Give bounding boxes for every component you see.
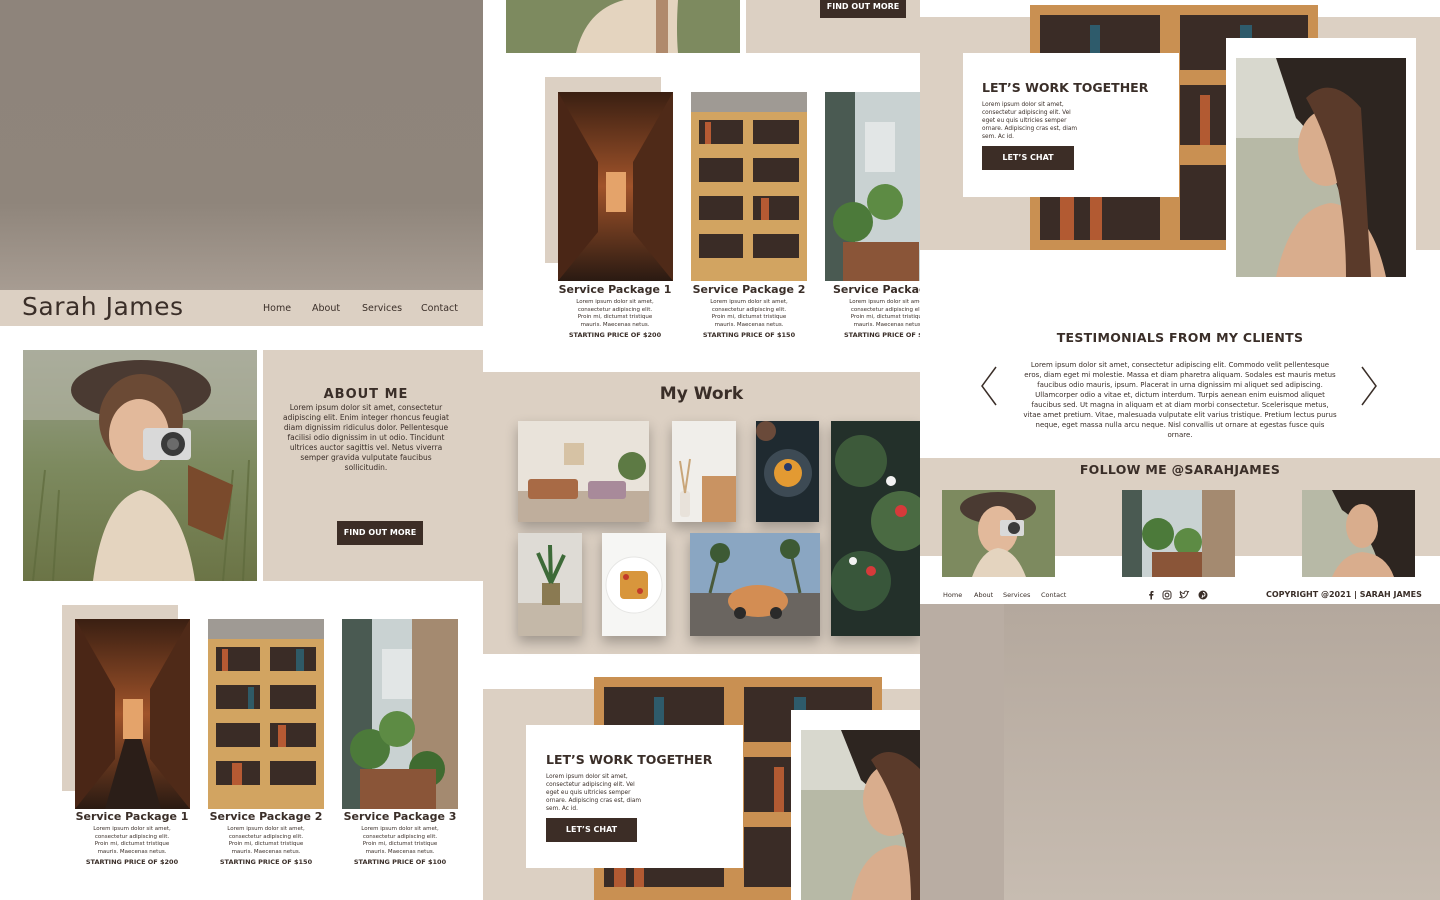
package-3-price-2: STARTING PRICE OF $100	[844, 331, 920, 339]
nav-services[interactable]: Services	[362, 303, 402, 314]
work-photo-waffle[interactable]	[602, 533, 666, 636]
lets-chat-button-bottom[interactable]: LET’S CHAT	[546, 818, 637, 842]
package-2-title-2: Service Package 2	[692, 283, 806, 296]
instagram-icon[interactable]	[1162, 590, 1172, 600]
footer-home[interactable]: Home	[943, 591, 962, 599]
package-1-title-2: Service Package 1	[558, 283, 672, 296]
panel-services-work: FIND OUT MORE Service Package 1 Lorem ip…	[483, 0, 920, 900]
follow-photo-3[interactable]	[1302, 490, 1415, 577]
package-1-price: STARTING PRICE OF $200	[85, 858, 179, 866]
package-3-title-2: Service Packag	[833, 283, 920, 296]
work-photo-vase[interactable]	[672, 421, 736, 522]
copyright-text: COPYRIGHT @2021 | SARAH JAMES	[1266, 590, 1422, 599]
package-2-photo[interactable]	[208, 619, 324, 809]
work-photo-plant[interactable]	[518, 533, 582, 636]
work-together-text-bottom: Lorem ipsum dolor sit amet, consectetur …	[546, 774, 642, 812]
work-photo-living-room[interactable]	[518, 421, 649, 522]
work-together-text-top: Lorem ipsum dolor sit amet, consectetur …	[982, 102, 1078, 140]
panel-testimonials: LET’S WORK TOGETHER Lorem ipsum dolor si…	[920, 0, 1440, 604]
footer-about[interactable]: About	[974, 591, 993, 599]
work-photo-pancakes[interactable]	[756, 421, 819, 522]
follow-photo-2[interactable]	[1122, 490, 1235, 577]
brand-logo[interactable]: Sarah James	[22, 292, 184, 321]
package-1-photo[interactable]	[75, 619, 190, 809]
arrow-right-icon[interactable]	[1356, 365, 1380, 407]
background-bottom-right	[1004, 604, 1440, 900]
package-2-photo-2[interactable]	[691, 92, 807, 281]
site-header: Sarah James Home About Services Contact	[0, 290, 483, 326]
portrait-frame-top	[1226, 38, 1416, 288]
find-out-more-button[interactable]: FIND OUT MORE	[337, 521, 423, 545]
package-1-desc: Lorem ipsum dolor sit amet, consectetur …	[93, 826, 171, 855]
portrait-frame-bottom	[791, 710, 920, 900]
find-out-more-button-2[interactable]: FIND OUT MORE	[820, 0, 906, 18]
follow-photo-1[interactable]	[942, 490, 1055, 577]
portrait-photo-bottom	[801, 730, 920, 900]
work-together-title-bottom: LET’S WORK TOGETHER	[546, 752, 713, 767]
package-2-desc: Lorem ipsum dolor sit amet, consectetur …	[227, 826, 305, 855]
testimonials-text: Lorem ipsum dolor sit amet, consectetur …	[1023, 361, 1337, 439]
work-together-title-top: LET’S WORK TOGETHER	[982, 80, 1149, 95]
hero-photo	[23, 350, 257, 581]
package-3-price: STARTING PRICE OF $100	[353, 858, 447, 866]
hero-photo-crop	[506, 0, 740, 53]
work-photo-car[interactable]	[690, 533, 820, 636]
package-1-desc-2: Lorem ipsum dolor sit amet, consectetur …	[576, 299, 654, 328]
package-1-title: Service Package 1	[75, 810, 189, 823]
facebook-icon[interactable]	[1147, 590, 1155, 600]
arrow-left-icon[interactable]	[978, 365, 1002, 407]
background-top-left	[0, 0, 484, 290]
panel-homepage: Sarah James Home About Services Contact	[0, 290, 483, 900]
package-3-desc-2: Lorem ipsum dolor sit amet, consectetur …	[849, 299, 920, 328]
nav-about[interactable]: About	[312, 303, 340, 314]
portrait-photo-top	[1236, 58, 1406, 277]
package-1-price-2: STARTING PRICE OF $200	[568, 331, 662, 339]
my-work-title: My Work	[659, 384, 744, 404]
package-1-photo-2[interactable]	[558, 92, 673, 281]
nav-contact[interactable]: Contact	[421, 303, 458, 314]
package-3-photo[interactable]	[342, 619, 458, 809]
nav-home[interactable]: Home	[263, 303, 291, 314]
testimonials-title: TESTIMONIALS FROM MY CLIENTS	[1056, 330, 1304, 345]
package-3-desc: Lorem ipsum dolor sit amet, consectetur …	[361, 826, 439, 855]
follow-title: FOLLOW ME @SARAHJAMES	[1079, 462, 1281, 477]
twitter-icon[interactable]	[1179, 590, 1190, 600]
package-2-desc-2: Lorem ipsum dolor sit amet, consectetur …	[710, 299, 788, 328]
work-photo-flowers[interactable]	[831, 421, 920, 636]
about-box: ABOUT ME Lorem ipsum dolor sit amet, con…	[263, 350, 483, 581]
work-together-card-bottom: LET’S WORK TOGETHER Lorem ipsum dolor si…	[526, 725, 743, 868]
about-text: Lorem ipsum dolor sit amet, consectetur …	[283, 403, 449, 472]
footer-contact[interactable]: Contact	[1041, 591, 1066, 599]
package-3-photo-2[interactable]	[825, 92, 920, 281]
work-together-card-top: LET’S WORK TOGETHER Lorem ipsum dolor si…	[963, 53, 1179, 197]
package-3-title: Service Package 3	[343, 810, 457, 823]
package-2-price-2: STARTING PRICE OF $150	[702, 331, 796, 339]
lets-chat-button-top[interactable]: LET’S CHAT	[982, 146, 1074, 170]
about-title: ABOUT ME	[323, 387, 409, 402]
footer-services[interactable]: Services	[1003, 591, 1030, 599]
pinterest-icon[interactable]	[1198, 590, 1208, 600]
package-2-title: Service Package 2	[209, 810, 323, 823]
package-2-price: STARTING PRICE OF $150	[219, 858, 313, 866]
